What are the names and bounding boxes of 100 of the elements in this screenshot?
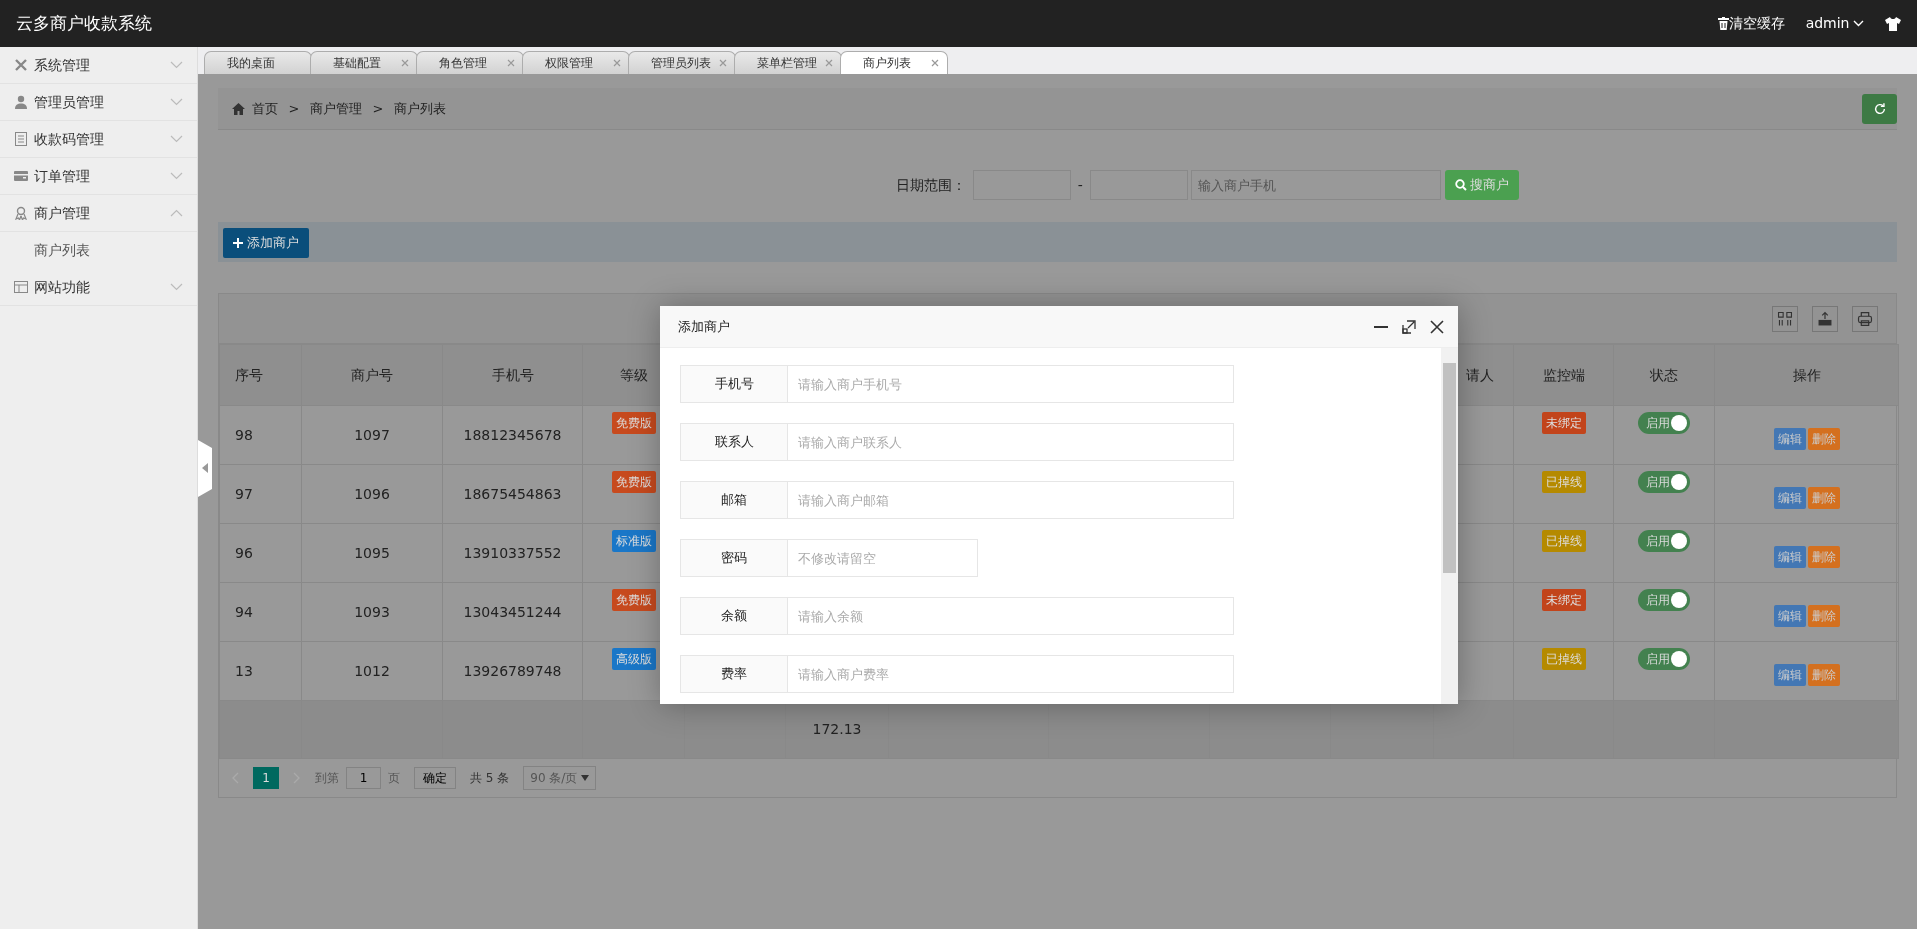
- sidebar-item[interactable]: 系统管理: [0, 47, 197, 84]
- field-label: 邮箱: [680, 481, 788, 519]
- breadcrumb-link[interactable]: 商户管理: [309, 98, 362, 119]
- phone-search-field[interactable]: 输入商户手机: [1191, 170, 1442, 200]
- column-header: 商户号: [301, 344, 443, 406]
- input-field[interactable]: 请输入余额: [788, 597, 1234, 635]
- table-cell: 13: [219, 641, 302, 701]
- level-tag: 免费版: [611, 471, 656, 493]
- edit-button[interactable]: 编辑: [1773, 664, 1806, 686]
- table-cell: 13043451244: [442, 582, 583, 642]
- tab[interactable]: 菜单栏管理: [734, 51, 842, 74]
- scrollbar[interactable]: [1441, 348, 1458, 704]
- field-label: 手机号: [680, 365, 788, 403]
- table-cell: 1012: [301, 641, 443, 701]
- column-header: 手机号: [442, 344, 583, 406]
- table-cell: 18675454863: [442, 464, 583, 524]
- chevron-down-icon: [170, 98, 183, 106]
- sidebar-item[interactable]: 商户管理: [0, 195, 197, 232]
- tab[interactable]: 管理员列表: [628, 51, 736, 74]
- page-number-field[interactable]: 1: [346, 767, 381, 789]
- breadcrumb-link[interactable]: 商户列表: [393, 98, 446, 119]
- maximize-icon[interactable]: [1402, 319, 1416, 334]
- dialog-title: 添加商户: [678, 317, 730, 336]
- monitor-status-tag: 未绑定: [1541, 589, 1586, 611]
- column-header: 状态: [1613, 344, 1715, 406]
- chevron-down-icon: [170, 172, 183, 180]
- columns-icon[interactable]: [1772, 305, 1798, 332]
- monitor-status-tag: 已掉线: [1541, 648, 1586, 670]
- page-size-select[interactable]: 90 条/页: [523, 766, 596, 790]
- print-icon[interactable]: [1852, 305, 1878, 332]
- sidebar-item[interactable]: 网站功能: [0, 269, 197, 306]
- status-switch[interactable]: 启用: [1638, 530, 1690, 552]
- status-switch[interactable]: 启用: [1638, 648, 1690, 670]
- user-menu[interactable]: admin: [1805, 13, 1864, 34]
- monitor-status-tag: 已掉线: [1541, 530, 1586, 552]
- export-icon[interactable]: [1812, 305, 1838, 332]
- column-header: 操作: [1714, 344, 1899, 406]
- input-field[interactable]: 请输入商户手机号: [788, 365, 1234, 403]
- goto-label: 到第: [315, 770, 339, 787]
- total-count: 共 5 条: [470, 770, 510, 787]
- input-field[interactable]: 不修改请留空: [788, 539, 978, 577]
- person-icon: [14, 95, 28, 109]
- table-cell: 1096: [301, 464, 443, 524]
- tab[interactable]: 商户列表: [840, 51, 948, 74]
- range-separator: -: [1076, 175, 1084, 195]
- date-range-label: 日期范围：: [895, 175, 966, 195]
- input-field[interactable]: 请输入商户费率: [788, 655, 1234, 693]
- tab[interactable]: 角色管理: [416, 51, 524, 74]
- tab[interactable]: 权限管理: [522, 51, 630, 74]
- status-switch[interactable]: 启用: [1638, 471, 1690, 493]
- sidebar-item[interactable]: 订单管理: [0, 158, 197, 195]
- level-tag: 免费版: [611, 412, 656, 434]
- chevron-down-icon: [170, 61, 183, 69]
- search-icon: [1454, 179, 1467, 191]
- column-header: 监控端: [1513, 344, 1614, 406]
- tools-icon: [14, 58, 28, 72]
- edit-button[interactable]: 编辑: [1773, 605, 1806, 627]
- breadcrumb-link[interactable]: 首页: [252, 98, 278, 119]
- table-cell: 97: [219, 464, 302, 524]
- level-tag: 标准版: [611, 530, 656, 552]
- input-field[interactable]: 请输入商户邮箱: [788, 481, 1234, 519]
- level-tag: 免费版: [611, 589, 656, 611]
- table-cell: 98: [219, 405, 302, 465]
- tab[interactable]: 我的桌面: [204, 51, 312, 74]
- table-cell: 13910337552: [442, 523, 583, 583]
- sidebar-subitem[interactable]: 商户列表: [34, 240, 90, 261]
- chevron-down-icon: [1853, 20, 1864, 27]
- tshirt-icon[interactable]: [1885, 16, 1901, 31]
- home-icon: [232, 102, 245, 115]
- table-cell: 1095: [301, 523, 443, 583]
- monitor-status-tag: 未绑定: [1541, 412, 1586, 434]
- document-icon: [14, 132, 28, 146]
- table-cell: 18812345678: [442, 405, 583, 465]
- sidebar-item[interactable]: 收款码管理: [0, 121, 197, 158]
- refresh-button[interactable]: [1862, 93, 1897, 124]
- chevron-down-icon: [170, 283, 183, 291]
- status-switch[interactable]: 启用: [1638, 589, 1690, 611]
- breadcrumb-separator: >: [287, 99, 301, 118]
- clear-cache-link[interactable]: 清空缓存: [1717, 13, 1785, 34]
- table-cell: 1097: [301, 405, 443, 465]
- close-icon[interactable]: [1430, 319, 1444, 334]
- caret-down-icon: [580, 775, 589, 781]
- window-icon: [14, 280, 28, 294]
- refresh-icon: [1872, 101, 1887, 116]
- edit-button[interactable]: 编辑: [1773, 487, 1806, 509]
- tab[interactable]: 基础配置: [310, 51, 418, 74]
- add-merchant-button[interactable]: 添加商户: [223, 228, 309, 258]
- confirm-button[interactable]: 确定: [414, 767, 456, 789]
- field-label: 余额: [680, 597, 788, 635]
- field-label: 费率: [680, 655, 788, 693]
- card-icon: [14, 169, 28, 183]
- sidebar-item[interactable]: 管理员管理: [0, 84, 197, 121]
- status-switch[interactable]: 启用: [1638, 412, 1690, 434]
- ribbon-icon: [14, 206, 28, 220]
- input-field[interactable]: 请输入商户联系人: [788, 423, 1234, 461]
- page-button[interactable]: 1: [253, 767, 279, 789]
- chevron-down-icon: [170, 135, 183, 143]
- table-cell: 96: [219, 523, 302, 583]
- edit-button[interactable]: 编辑: [1773, 546, 1806, 568]
- edit-button[interactable]: 编辑: [1773, 428, 1806, 450]
